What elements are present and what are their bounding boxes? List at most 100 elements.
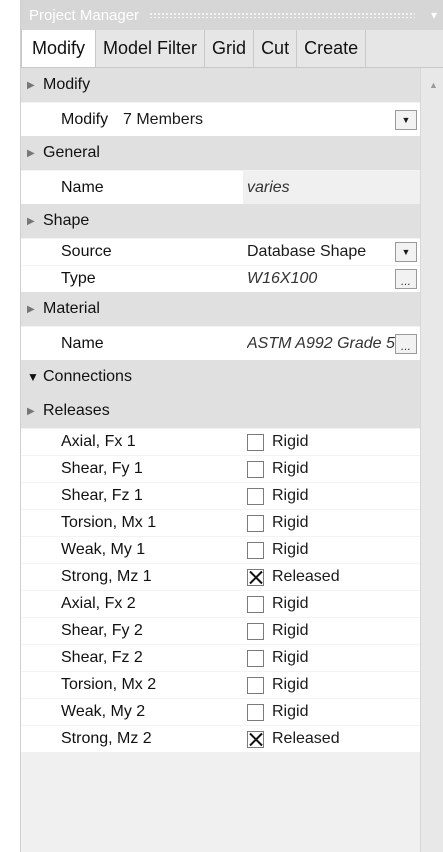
property-label: Shear, Fz 2: [61, 649, 143, 666]
tab-cut[interactable]: Cut: [254, 30, 298, 67]
release-row: Shear, Fz 1 Rigid: [21, 482, 420, 509]
material-field[interactable]: ASTM A992 Grade 50 ...: [243, 327, 420, 360]
release-row: Shear, Fz 2 Rigid: [21, 644, 420, 671]
release-checkbox[interactable]: [247, 649, 264, 667]
category-connections[interactable]: ▼ Connections: [21, 360, 420, 394]
property-value: 7 Members: [123, 110, 204, 128]
triangle-right-icon[interactable]: ▶: [27, 80, 43, 91]
release-toggle[interactable]: Rigid: [243, 672, 420, 698]
triangle-right-icon[interactable]: ▶: [27, 406, 43, 417]
category-shape[interactable]: ▶ Shape: [21, 204, 420, 238]
release-value: Rigid: [272, 622, 309, 639]
release-row: Torsion, Mx 2 Rigid: [21, 671, 420, 698]
release-toggle[interactable]: Rigid: [243, 483, 420, 509]
property-value: Database Shape: [247, 243, 367, 260]
triangle-right-icon[interactable]: ▶: [27, 216, 43, 227]
triangle-down-icon[interactable]: ▼: [27, 370, 43, 384]
release-value: Rigid: [272, 514, 309, 531]
release-checkbox[interactable]: [247, 676, 264, 694]
source-select[interactable]: Database Shape ▼: [243, 239, 420, 265]
release-value: Rigid: [272, 595, 309, 612]
release-value: Released: [272, 568, 340, 585]
release-toggle[interactable]: Rigid: [243, 537, 420, 563]
release-toggle[interactable]: Released: [243, 726, 420, 752]
scroll-up-icon[interactable]: ▲: [429, 80, 438, 90]
property-label: Type: [61, 270, 96, 287]
release-toggle[interactable]: Rigid: [243, 618, 420, 644]
release-checkbox-wrap: Rigid: [247, 618, 308, 644]
modify-select[interactable]: 7 Members ▼: [121, 103, 420, 136]
tab-model-filter[interactable]: Model Filter: [96, 30, 206, 67]
release-value: Rigid: [272, 541, 309, 558]
property-grid: ▶ Modify Modify 7 Members ▼ ▶ General Na…: [21, 68, 443, 852]
property-label: Strong, Mz 2: [61, 730, 152, 747]
name-field[interactable]: varies: [243, 171, 420, 204]
panel-titlebar[interactable]: Project Manager ▾: [21, 0, 443, 30]
release-toggle[interactable]: Rigid: [243, 699, 420, 725]
release-toggle[interactable]: Rigid: [243, 510, 420, 536]
release-checkbox[interactable]: [247, 460, 264, 478]
category-label: Shape: [43, 212, 90, 229]
category-label: Modify: [43, 76, 91, 93]
release-checkbox-wrap: Rigid: [247, 645, 308, 671]
property-label: Shear, Fy 1: [61, 460, 143, 477]
release-checkbox[interactable]: [247, 514, 264, 532]
property-label: Axial, Fx 1: [61, 433, 136, 450]
release-checkbox-wrap: Released: [247, 726, 340, 752]
release-checkbox[interactable]: [247, 568, 264, 586]
release-checkbox-wrap: Rigid: [247, 672, 308, 698]
property-row-source: Source Database Shape ▼: [21, 238, 420, 265]
tab-create[interactable]: Create: [297, 30, 367, 67]
release-toggle[interactable]: Rigid: [243, 429, 420, 455]
category-modify[interactable]: ▶ Modify: [21, 68, 420, 102]
release-checkbox[interactable]: [247, 703, 264, 721]
triangle-right-icon[interactable]: ▶: [27, 304, 43, 315]
release-checkbox-wrap: Released: [247, 564, 340, 590]
release-checkbox[interactable]: [247, 595, 264, 613]
triangle-right-icon[interactable]: ▶: [27, 148, 43, 159]
release-checkbox-wrap: Rigid: [247, 483, 308, 509]
release-row: Torsion, Mx 1 Rigid: [21, 509, 420, 536]
release-checkbox-wrap: Rigid: [247, 429, 308, 455]
release-value: Rigid: [272, 703, 309, 720]
property-label: Weak, My 1: [61, 541, 146, 558]
release-checkbox[interactable]: [247, 541, 264, 559]
drag-grip[interactable]: [149, 12, 415, 18]
property-label: Torsion, Mx 2: [61, 676, 157, 693]
property-label: Shear, Fz 1: [61, 487, 143, 504]
release-checkbox-wrap: Rigid: [247, 510, 308, 536]
tab-grid[interactable]: Grid: [205, 30, 255, 67]
property-row-type: Type W16X100 ...: [21, 265, 420, 292]
type-field[interactable]: W16X100 ...: [243, 266, 420, 292]
release-value: Rigid: [272, 676, 309, 693]
ellipsis-icon[interactable]: ...: [395, 333, 417, 354]
ellipsis-icon[interactable]: ...: [395, 269, 417, 289]
release-checkbox-wrap: Rigid: [247, 537, 308, 563]
release-checkbox[interactable]: [247, 433, 264, 451]
property-label: Modify: [61, 110, 109, 128]
release-toggle[interactable]: Released: [243, 564, 420, 590]
project-manager-panel: Project Manager ▾ Modify Model Filter Gr…: [20, 0, 443, 852]
release-checkbox[interactable]: [247, 730, 264, 748]
category-label: General: [43, 144, 100, 161]
tab-modify[interactable]: Modify: [21, 30, 97, 67]
category-material[interactable]: ▶ Material: [21, 292, 420, 326]
vertical-scrollbar[interactable]: ▲: [420, 68, 443, 852]
property-value: W16X100: [247, 270, 318, 287]
chevron-down-icon[interactable]: ▼: [395, 109, 417, 130]
release-toggle[interactable]: Rigid: [243, 591, 420, 617]
release-checkbox[interactable]: [247, 622, 264, 640]
release-checkbox[interactable]: [247, 487, 264, 505]
release-toggle[interactable]: Rigid: [243, 456, 420, 482]
release-checkbox-wrap: Rigid: [247, 699, 308, 725]
property-label: Torsion, Mx 1: [61, 514, 157, 531]
property-value: ASTM A992 Grade 50: [247, 334, 395, 352]
panel-menu-icon[interactable]: ▾: [425, 8, 443, 22]
category-label: Material: [43, 300, 100, 317]
category-releases[interactable]: ▶ Releases: [21, 394, 420, 428]
category-general[interactable]: ▶ General: [21, 136, 420, 170]
property-label: Shear, Fy 2: [61, 622, 143, 639]
chevron-down-icon[interactable]: ▼: [395, 242, 417, 262]
release-toggle[interactable]: Rigid: [243, 645, 420, 671]
property-label: Strong, Mz 1: [61, 568, 152, 585]
